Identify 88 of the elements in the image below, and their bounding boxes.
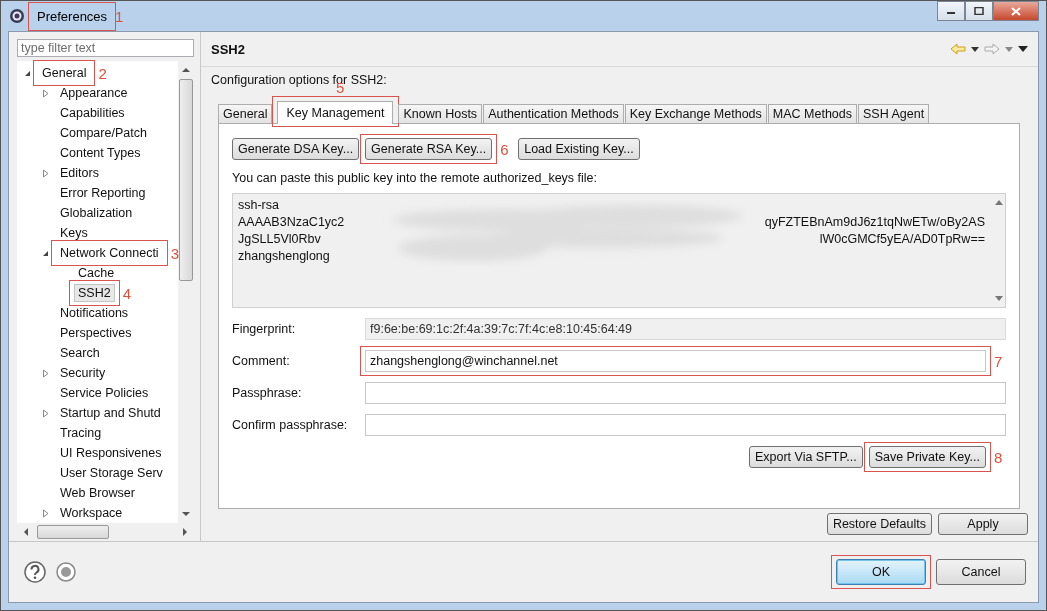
tree-item[interactable]: Appearance xyxy=(56,84,132,102)
annotation-number: 4 xyxy=(122,285,131,301)
dialog-button[interactable]: Cancel xyxy=(936,559,1026,585)
tree-item[interactable]: Keys xyxy=(56,224,92,242)
key-button[interactable]: Generate DSA Key... xyxy=(232,138,360,160)
annotation-number: 2 xyxy=(98,65,107,81)
maximize-button[interactable] xyxy=(965,1,993,21)
page-button[interactable]: Restore Defaults xyxy=(826,513,932,535)
vertical-scrollbar[interactable] xyxy=(995,200,1003,301)
tab[interactable]: General xyxy=(218,104,273,123)
annotation-number: 8 xyxy=(994,449,1003,465)
expand-arrow-icon[interactable] xyxy=(41,368,50,378)
scroll-down-icon[interactable] xyxy=(182,511,190,517)
dropdown-icon[interactable] xyxy=(971,46,979,52)
annotation-number: 7 xyxy=(994,353,1003,369)
key-text: qyFZTEBnAm9dJ6z1tqNwETw/oBy2AS xyxy=(764,215,985,231)
record-icon[interactable] xyxy=(56,562,76,582)
key-text: lW0cGMCf5yEA/AD0TpRw== xyxy=(819,232,985,248)
field-label: Passphrase: xyxy=(232,386,303,400)
annotation-number: 3 xyxy=(170,245,179,261)
field-label: Comment: xyxy=(232,354,291,368)
expand-arrow-icon[interactable] xyxy=(41,508,50,518)
scroll-down-icon[interactable] xyxy=(995,296,1003,301)
field-label: Confirm passphrase: xyxy=(232,418,349,432)
tab[interactable]: SSH Agent xyxy=(858,104,930,123)
close-button[interactable] xyxy=(993,1,1039,21)
annotation-number: 1 xyxy=(115,8,124,24)
tree-item[interactable]: Perspectives xyxy=(56,324,136,342)
tree-item[interactable]: Editors xyxy=(56,164,103,182)
tab[interactable]: Authentication Methods xyxy=(483,104,624,123)
tree-item[interactable]: Globalization xyxy=(56,204,137,222)
dialog-button[interactable]: OK xyxy=(836,559,926,585)
help-icon[interactable] xyxy=(24,561,46,583)
tree-item[interactable]: Network Connecti xyxy=(56,244,163,262)
tab[interactable]: Key Management xyxy=(277,101,394,124)
tree-item[interactable]: Service Policies xyxy=(56,384,153,402)
maximize-icon xyxy=(974,7,984,15)
tree-item[interactable]: SSH2 xyxy=(74,284,115,302)
close-icon xyxy=(1011,6,1021,16)
annotation-box xyxy=(69,280,120,306)
annotation-box xyxy=(33,60,96,86)
key-button[interactable]: Load Existing Key... xyxy=(518,138,640,160)
tree-item[interactable]: Content Types xyxy=(56,144,145,162)
tree-item[interactable]: Web Browser xyxy=(56,484,139,502)
expand-arrow-icon[interactable] xyxy=(41,408,50,418)
key-text: ssh-rsa xyxy=(238,198,279,214)
tab[interactable]: MAC Methods xyxy=(767,104,857,123)
scroll-right-icon[interactable] xyxy=(182,528,188,536)
action-button[interactable]: Export Via SFTP... xyxy=(748,446,863,468)
public-key-area[interactable]: ssh-rsa AAAAB3NzaC1yc2 qyFZTEBnAm9dJ6z1tqNwETw/oBy2AS JgSLL5Vl0Rbv lW0cGMCf5yEA/AD0TpRw== zhangshenglong xyxy=(232,193,1006,308)
action-button[interactable]: Save Private Key... xyxy=(868,446,986,468)
page-button[interactable]: Apply xyxy=(938,513,1028,535)
tree-item[interactable]: Workspace xyxy=(56,504,127,522)
window-title: Preferences xyxy=(37,8,108,24)
tree-item[interactable]: Notifications xyxy=(56,304,133,322)
scroll-up-icon[interactable] xyxy=(995,200,1003,205)
tree-item[interactable]: UI Responsivenes xyxy=(56,444,166,462)
tree-item[interactable]: Search xyxy=(56,344,104,362)
text-field[interactable] xyxy=(365,382,1006,404)
scroll-left-icon[interactable] xyxy=(23,528,29,536)
minimize-button[interactable] xyxy=(937,1,965,21)
tree-item[interactable]: Error Reporting xyxy=(56,184,150,202)
gear-icon xyxy=(9,8,25,24)
key-text: zhangshenglong xyxy=(238,249,330,265)
tree-item[interactable]: Compare/Patch xyxy=(56,124,151,142)
tab[interactable]: Known Hosts xyxy=(398,104,483,123)
scroll-up-icon[interactable] xyxy=(182,67,190,73)
tree-item[interactable]: Tracing xyxy=(56,424,106,442)
filter-field[interactable]: type filter text xyxy=(17,39,194,57)
annotation-number: 6 xyxy=(500,141,509,157)
key-button[interactable]: Generate RSA Key... xyxy=(365,138,493,160)
tab[interactable]: Key Exchange Methods xyxy=(624,104,767,123)
tree-item[interactable]: General xyxy=(38,64,91,82)
tree-item[interactable]: Capabilities xyxy=(56,104,129,122)
key-text: AAAAB3NzaC1yc2 xyxy=(238,215,345,231)
key-text: JgSLL5Vl0Rbv xyxy=(238,232,321,248)
expand-arrow-icon[interactable] xyxy=(41,88,50,98)
field-label: Fingerprint: xyxy=(232,322,297,336)
hint-text: You can paste this public key into the remote authorized_keys file: xyxy=(232,171,599,185)
text-field[interactable]: zhangshenglong@winchannel.net xyxy=(365,350,986,372)
tree-item[interactable]: Startup and Shutd xyxy=(56,404,165,422)
expand-arrow-icon[interactable] xyxy=(41,168,50,178)
tree-item[interactable]: Cache xyxy=(74,264,119,282)
page-title: SSH2 xyxy=(211,41,245,57)
tree-item[interactable]: User Storage Serv xyxy=(56,464,167,482)
tree-item[interactable]: Security xyxy=(56,364,110,382)
menu-icon[interactable] xyxy=(1018,46,1028,52)
text-field[interactable] xyxy=(365,414,1006,436)
